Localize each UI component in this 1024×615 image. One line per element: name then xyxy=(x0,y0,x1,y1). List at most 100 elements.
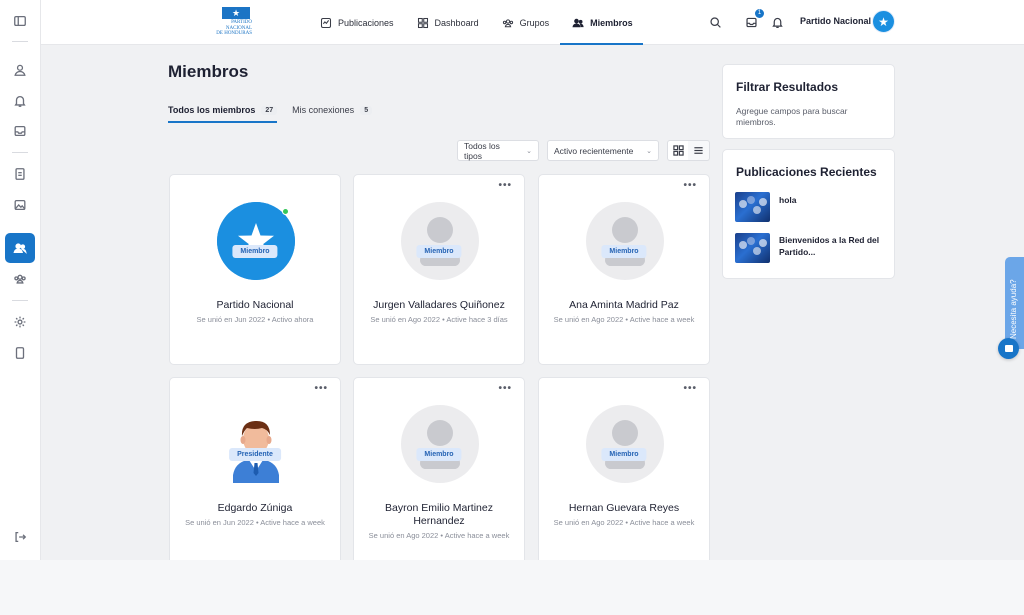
member-meta: Se unió en Ago 2022 • Active hace a week xyxy=(553,518,695,527)
more-options-button[interactable]: ••• xyxy=(314,384,328,394)
placeholder-avatar-icon xyxy=(586,202,664,280)
filter-description: Agregue campos para buscar miembros. xyxy=(736,106,848,127)
member-meta: Se unió en Jun 2022 • Activo ahora xyxy=(196,315,314,324)
recent-post-item[interactable]: Bienvenidos a la Red del Partido... xyxy=(735,233,889,263)
chevron-down-icon: ⌄ xyxy=(526,147,532,155)
count-badge: 5 xyxy=(360,105,373,115)
rail-divider xyxy=(12,152,28,153)
nav-tab-dashboard[interactable]: Dashboard xyxy=(415,0,481,45)
activity-icon xyxy=(320,17,332,28)
grid-view-icon xyxy=(672,145,684,156)
member-card[interactable]: Miembro Partido Nacional Se unió en Jun … xyxy=(169,174,341,365)
logout-icon[interactable] xyxy=(7,524,33,550)
document-icon[interactable] xyxy=(7,161,33,187)
post-title[interactable]: hola xyxy=(779,192,889,222)
role-badge: Presidente xyxy=(229,448,281,461)
main-nav: Publicaciones Dashboard Grupos Miembros xyxy=(318,0,654,45)
role-badge: Miembro xyxy=(232,245,278,258)
header-actions: 1 xyxy=(706,9,794,31)
chat-bubble-icon[interactable] xyxy=(998,338,1019,359)
list-view-button[interactable] xyxy=(688,140,710,161)
toggle-sidebar-icon[interactable] xyxy=(7,8,33,34)
more-options-button[interactable]: ••• xyxy=(498,384,512,394)
avatar[interactable] xyxy=(217,202,295,280)
messages-icon[interactable]: 1 xyxy=(742,9,764,31)
user-name[interactable]: Partido Nacional xyxy=(800,16,871,26)
member-name[interactable]: Bayron Emilio Martinez Hernandez xyxy=(362,502,516,528)
filter-panel: Filtrar Resultados Agregue campos para b… xyxy=(722,64,895,139)
member-name[interactable]: Jurgen Valladares Quiñonez xyxy=(362,299,516,312)
member-name[interactable]: Partido Nacional xyxy=(178,299,332,312)
role-badge: Miembro xyxy=(601,448,647,461)
members-icon xyxy=(572,18,584,27)
tab-my-connections[interactable]: Mis conexiones 5 xyxy=(292,105,373,122)
placeholder-avatar-icon xyxy=(401,202,479,280)
recent-posts-title: Publicaciones Recientes xyxy=(736,165,877,179)
placeholder-avatar-icon xyxy=(401,405,479,483)
filter-title: Filtrar Resultados xyxy=(736,80,839,94)
photos-icon[interactable] xyxy=(7,192,33,218)
chevron-down-icon: ⌄ xyxy=(646,147,652,155)
more-options-button[interactable]: ••• xyxy=(683,181,697,191)
rail-divider xyxy=(12,300,28,301)
logo-flag: ★ xyxy=(222,7,250,19)
member-name[interactable]: Hernan Guevara Reyes xyxy=(547,502,701,515)
recent-posts-panel: Publicaciones Recientes hola Bienvenidos… xyxy=(722,149,895,279)
settings-icon[interactable] xyxy=(7,309,33,335)
more-options-button[interactable]: ••• xyxy=(498,181,512,191)
more-options-button[interactable]: ••• xyxy=(683,384,697,394)
member-name[interactable]: Ana Aminta Madrid Paz xyxy=(547,299,701,312)
top-header: ★ PARTIDO NACIONAL DE HONDURAS Publicaci… xyxy=(41,0,1024,45)
role-badge: Miembro xyxy=(601,245,647,258)
post-thumbnail xyxy=(735,233,770,263)
member-meta: Se unió en Jun 2022 • Active hace a week xyxy=(185,518,325,527)
avatar[interactable] xyxy=(586,202,664,280)
sort-select[interactable]: Activo recientemente ⌄ xyxy=(547,140,659,161)
member-card[interactable]: ••• Miembro Ana Aminta Madrid Paz Se uni… xyxy=(538,174,710,365)
person-avatar-icon xyxy=(233,420,279,483)
member-card[interactable]: ••• Miembro Hernan Guevara Reyes Se unió… xyxy=(538,377,710,560)
placeholder-avatar-icon xyxy=(586,405,664,483)
list-view-icon xyxy=(694,147,703,154)
nav-tab-publicaciones[interactable]: Publicaciones xyxy=(318,0,396,45)
member-tabs: Todos los miembros 27 Mis conexiones 5 xyxy=(168,105,387,123)
member-card[interactable]: ••• Miembro Jurgen Valladares Quiñonez S… xyxy=(353,174,525,365)
groups-rail-icon[interactable] xyxy=(7,266,33,292)
help-tab[interactable]: Necesita ayuda? xyxy=(1005,257,1024,349)
logo-text: PARTIDO NACIONAL DE HONDURAS xyxy=(216,20,252,36)
grid-icon xyxy=(417,17,428,28)
grid-view-button[interactable] xyxy=(667,140,689,161)
member-card[interactable]: ••• Miembro Bayron Emilio Martinez Herna… xyxy=(353,377,525,560)
avatar[interactable] xyxy=(217,405,295,483)
role-badge: Miembro xyxy=(416,245,462,258)
post-thumbnail xyxy=(735,192,770,222)
inbox-icon[interactable] xyxy=(7,118,33,144)
profile-icon[interactable] xyxy=(7,57,33,83)
page-title: Miembros xyxy=(168,62,249,81)
tablet-icon[interactable] xyxy=(7,340,33,366)
avatar[interactable] xyxy=(401,405,479,483)
member-meta: Se unió en Ago 2022 • Active hace a week xyxy=(553,315,695,324)
member-name[interactable]: Edgardo Zúniga xyxy=(178,502,332,515)
count-badge: 27 xyxy=(261,105,278,115)
recent-post-item[interactable]: hola xyxy=(735,192,889,222)
notifications-rail-icon[interactable] xyxy=(7,88,33,114)
post-title[interactable]: Bienvenidos a la Red del Partido... xyxy=(779,233,889,263)
type-select[interactable]: Todos los tipos ⌄ xyxy=(457,140,539,161)
tab-all-members[interactable]: Todos los miembros 27 xyxy=(168,105,278,123)
nav-tab-miembros[interactable]: Miembros xyxy=(560,0,643,45)
member-card[interactable]: ••• Presidente Edgardo Zúniga Se unió en… xyxy=(169,377,341,560)
online-indicator xyxy=(282,208,289,215)
nav-tab-grupos[interactable]: Grupos xyxy=(500,0,552,45)
avatar[interactable] xyxy=(401,202,479,280)
app-viewport: ★ PARTIDO NACIONAL DE HONDURAS Publicaci… xyxy=(0,0,1024,560)
user-avatar[interactable]: ★ xyxy=(872,10,895,33)
page-bottom-area xyxy=(0,560,1024,615)
party-logo[interactable]: ★ PARTIDO NACIONAL DE HONDURAS xyxy=(206,7,252,38)
messages-badge: 1 xyxy=(755,9,764,18)
role-badge: Miembro xyxy=(416,448,462,461)
avatar[interactable] xyxy=(586,405,664,483)
bell-icon[interactable] xyxy=(768,13,786,31)
search-icon[interactable] xyxy=(706,13,724,31)
members-rail-icon[interactable] xyxy=(5,233,35,263)
